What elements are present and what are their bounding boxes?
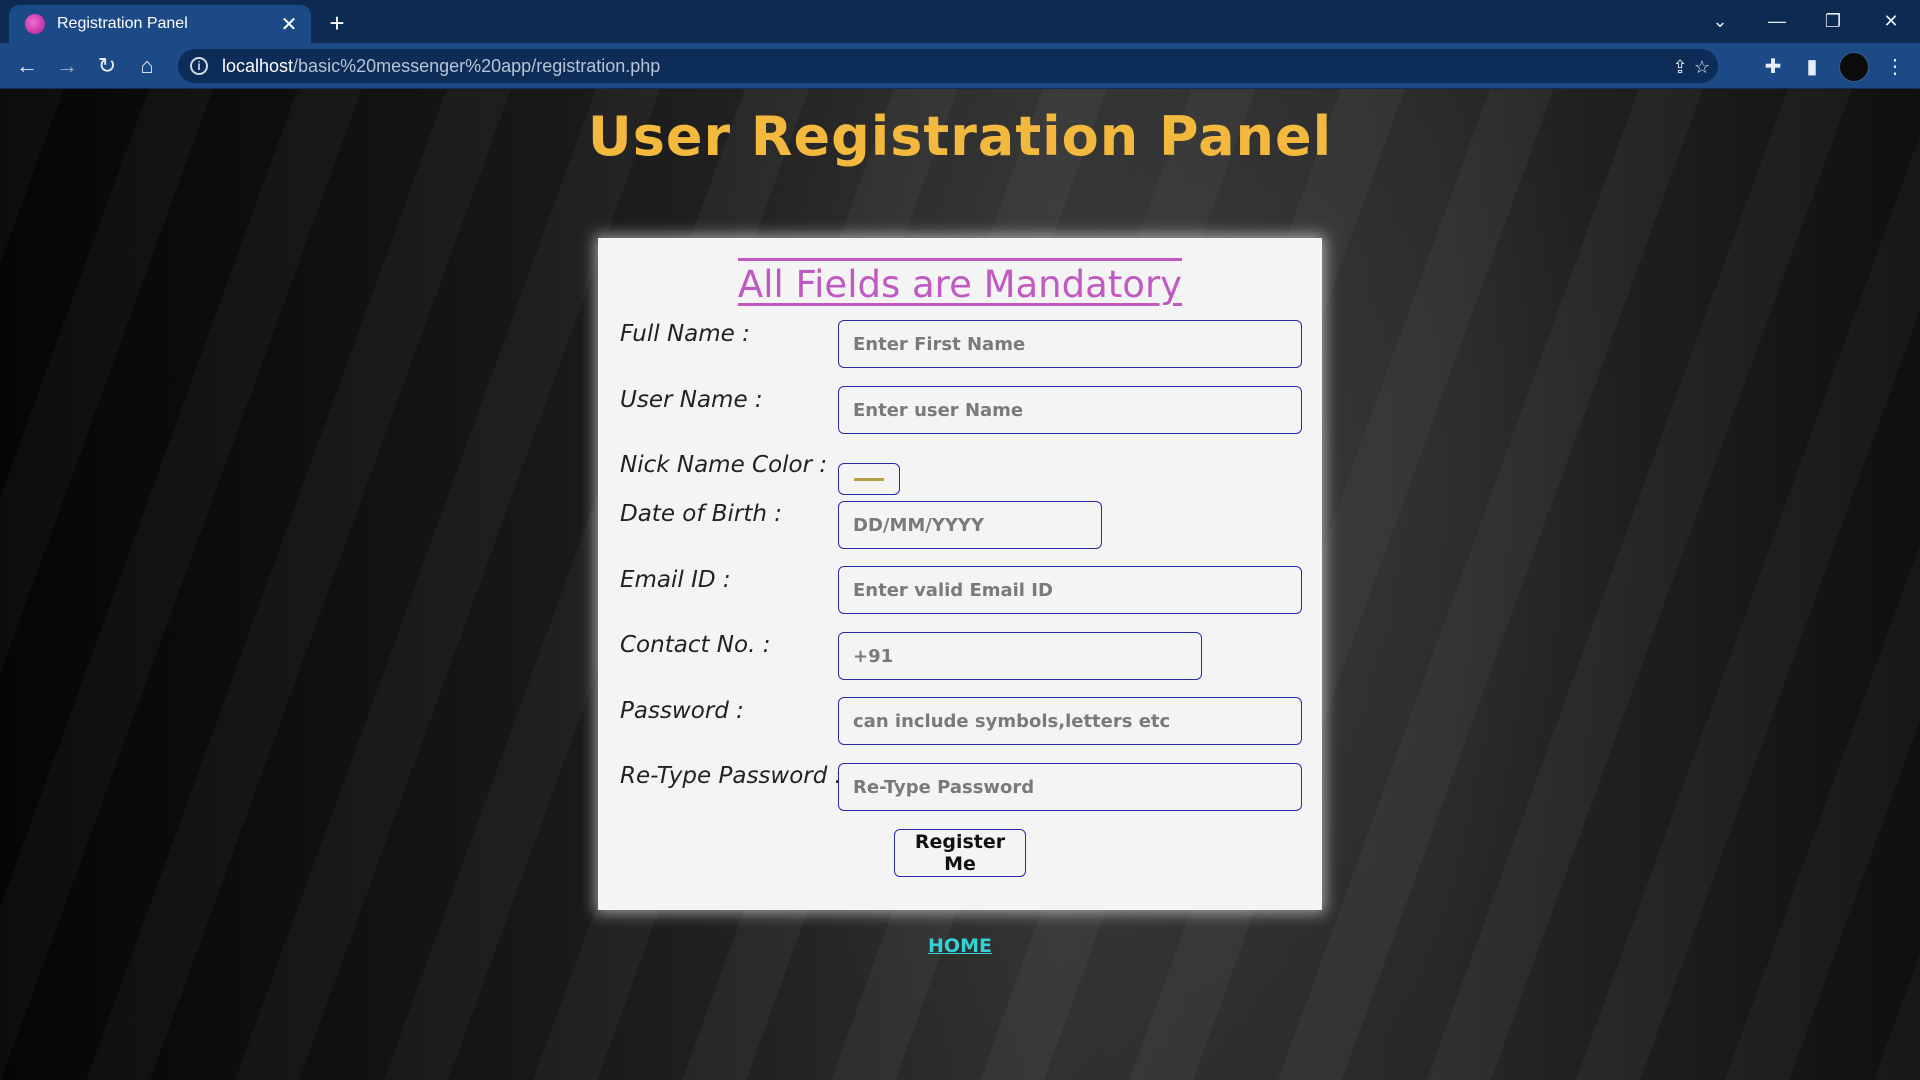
dob-label: Date of Birth : <box>620 501 783 527</box>
close-tab-icon[interactable]: ✕ <box>277 12 301 36</box>
dob-input[interactable] <box>838 501 1102 549</box>
password-label: Password : <box>620 698 744 724</box>
home-link-wrap: HOME <box>0 935 1920 957</box>
browser-tab[interactable]: Registration Panel ✕ <box>9 5 311 43</box>
url-path: /basic%20messenger%20app/registration.ph… <box>293 55 661 76</box>
reload-icon[interactable]: ↻ <box>92 51 122 81</box>
page-viewport: User Registration Panel All Fields are M… <box>0 89 1920 1080</box>
nick-color-label: Nick Name Color : <box>620 452 828 478</box>
browser-toolbar: ← → ↻ ⌂ i localhost/basic%20messenger%20… <box>0 43 1920 89</box>
back-arrow-icon[interactable]: ← <box>12 51 42 81</box>
tab-title: Registration Panel <box>57 15 188 32</box>
email-label: Email ID : <box>620 567 731 593</box>
new-tab-button[interactable]: + <box>322 8 352 38</box>
color-swatch-bar <box>854 477 884 481</box>
card-heading: All Fields are Mandatory <box>737 258 1183 306</box>
minimize-button[interactable]: — <box>1757 4 1797 38</box>
kebab-menu-icon[interactable]: ⋮ <box>1882 53 1908 79</box>
tab-strip: Registration Panel ✕ + ⌄ — ❐ ✕ <box>0 0 1920 43</box>
user-name-label: User Name : <box>620 387 763 413</box>
contact-input[interactable] <box>838 632 1202 680</box>
home-icon[interactable]: ⌂ <box>132 51 162 81</box>
full-name-input[interactable] <box>838 320 1302 368</box>
favicon-icon <box>25 14 45 34</box>
star-icon[interactable]: ☆ <box>1690 55 1714 79</box>
home-link[interactable]: HOME <box>928 935 992 957</box>
nick-color-picker[interactable] <box>838 463 900 495</box>
retype-password-label: Re-Type Password : <box>620 763 843 789</box>
close-window-button[interactable]: ✕ <box>1871 4 1911 38</box>
full-name-label: Full Name : <box>620 321 750 347</box>
side-panel-icon[interactable]: ▮ <box>1799 53 1825 79</box>
page-title: User Registration Panel <box>587 105 1333 168</box>
url-host: localhost <box>222 55 294 76</box>
share-icon[interactable]: ⇪ <box>1668 55 1692 79</box>
tab-search-chevron-icon[interactable]: ⌄ <box>1700 4 1740 38</box>
avatar[interactable] <box>1839 52 1869 82</box>
registration-form: All Fields are Mandatory Full Name : Use… <box>598 238 1322 910</box>
info-icon[interactable]: i <box>190 57 208 75</box>
puzzle-icon[interactable]: ✚ <box>1760 53 1786 79</box>
address-bar[interactable]: i localhost/basic%20messenger%20app/regi… <box>178 49 1718 83</box>
password-input[interactable] <box>838 697 1302 745</box>
retype-password-input[interactable] <box>838 763 1302 811</box>
card-heading-wrap: All Fields are Mandatory <box>598 258 1322 306</box>
user-name-input[interactable] <box>838 386 1302 434</box>
forward-arrow-icon[interactable]: → <box>52 51 82 81</box>
email-input[interactable] <box>838 566 1302 614</box>
register-button[interactable]: Register Me <box>894 829 1026 877</box>
contact-label: Contact No. : <box>620 632 771 658</box>
restore-button[interactable]: ❐ <box>1813 4 1853 38</box>
